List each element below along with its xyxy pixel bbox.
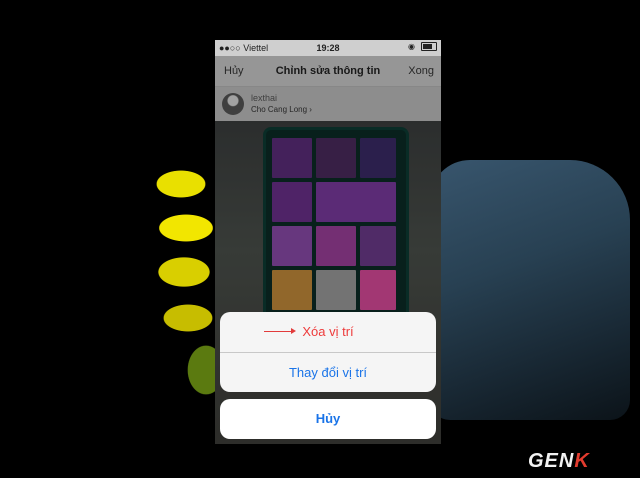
blue-fabric-image	[430, 160, 630, 420]
change-location-button[interactable]: Thay đổi vị trí	[220, 353, 436, 392]
alarm-icon: ◉	[408, 42, 415, 51]
status-icons: ◉	[408, 42, 437, 51]
action-sheet-cancel-button[interactable]: Hủy	[220, 399, 436, 439]
action-sheet: Xóa vị trí Thay đổi vị trí	[220, 312, 436, 392]
delete-location-button[interactable]: Xóa vị trí	[220, 312, 436, 353]
battery-icon	[421, 42, 437, 51]
logo-prefix: GEN	[528, 450, 575, 472]
status-bar: ●●○○ Viettel 19:28 ◉	[215, 40, 441, 56]
genk-logo: GENK	[528, 450, 590, 473]
annotation-arrow-icon	[264, 328, 296, 334]
logo-suffix: K	[574, 450, 590, 472]
